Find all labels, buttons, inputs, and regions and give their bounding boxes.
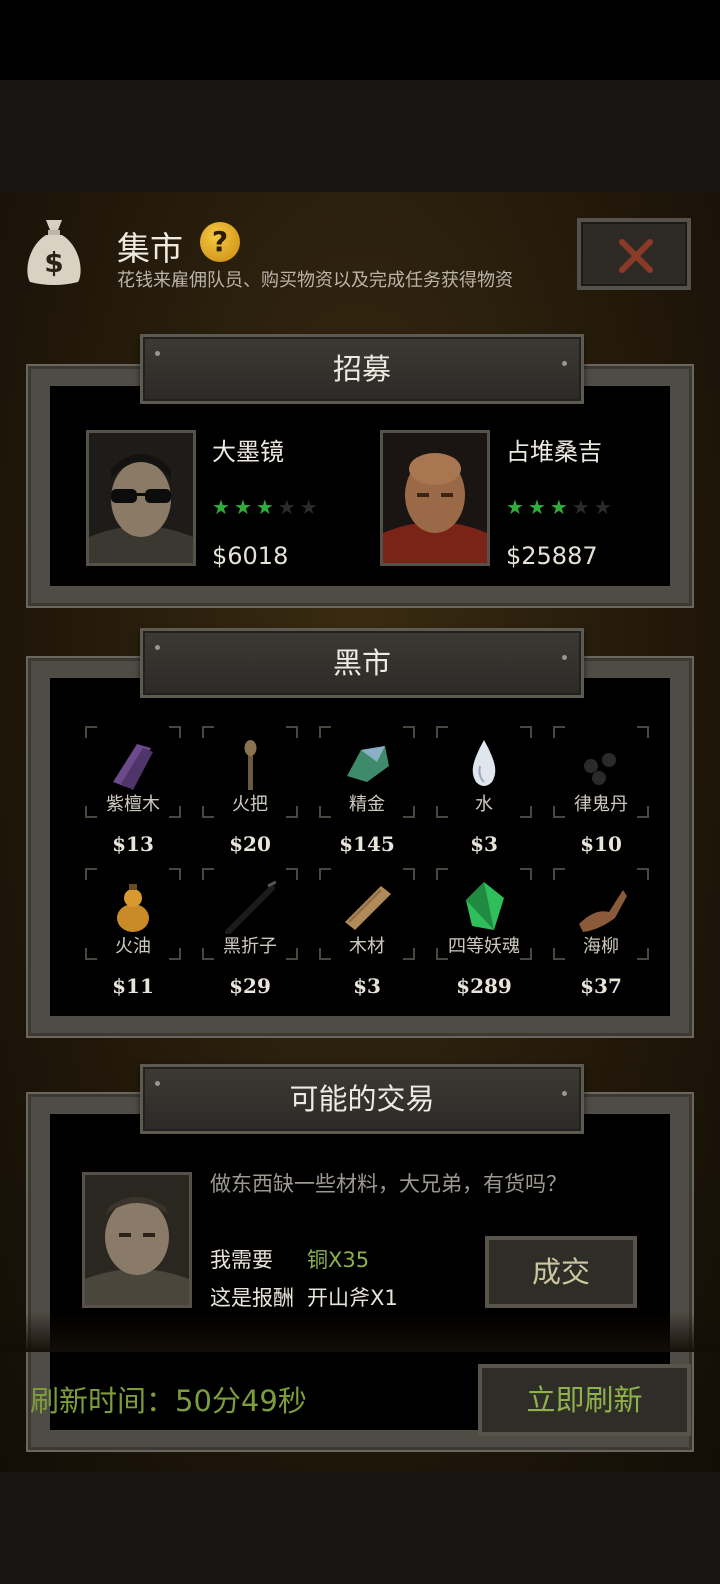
trader-message: 做东西缺一些材料，大兄弟，有货吗？ — [210, 1172, 567, 1196]
bottom-fade — [0, 1312, 720, 1352]
refresh-time: 50分49秒 — [175, 1384, 307, 1418]
item-price: $11 — [112, 974, 154, 998]
market-item[interactable]: 精金 $145 — [319, 726, 415, 856]
black-market-banner: 黑市 — [140, 628, 584, 698]
candidate-portrait-2[interactable] — [380, 430, 490, 566]
item-price: $13 — [112, 832, 154, 856]
candidate-stars-2: ★ ★ ★ ★ ★ — [506, 497, 612, 517]
item-price: $29 — [229, 974, 271, 998]
candidate-portrait-1[interactable] — [86, 430, 196, 566]
top-backdrop — [0, 80, 720, 192]
item-name: 木材 — [349, 936, 385, 957]
deal-button-label: 成交 — [531, 1255, 590, 1289]
candidate-name-1: 大墨镜 — [212, 438, 284, 466]
torch-icon — [244, 740, 257, 790]
item-price: $289 — [456, 974, 512, 998]
market-item[interactable]: 海柳 $37 — [553, 868, 649, 998]
need-value: 铜X35 — [307, 1248, 370, 1272]
item-price: $3 — [353, 974, 381, 998]
refresh-label: 刷新时间： — [30, 1384, 176, 1418]
svg-text:$: $ — [44, 246, 63, 279]
item-price: $37 — [580, 974, 622, 998]
candidate-price-1: $6018 — [212, 542, 289, 570]
star-empty-icon: ★ — [299, 495, 318, 519]
star-filled-icon: ★ — [506, 495, 524, 519]
market-item[interactable]: 四等妖魂 $289 — [436, 868, 532, 998]
close-icon — [619, 239, 653, 273]
market-item[interactable]: 黑折子 $29 — [202, 868, 298, 998]
item-name: 火把 — [232, 794, 268, 815]
star-empty-icon: ★ — [593, 495, 612, 519]
star-filled-icon: ★ — [212, 495, 230, 519]
ore-icon — [347, 746, 389, 782]
star-filled-icon: ★ — [255, 495, 274, 519]
trade-banner: 可能的交易 — [140, 1064, 584, 1134]
refresh-now-button[interactable]: 立即刷新 — [478, 1364, 691, 1436]
green-gem-icon — [466, 882, 504, 930]
item-name: 精金 — [349, 794, 385, 815]
trader-portrait — [82, 1172, 192, 1308]
recruit-banner: 招募 — [140, 334, 584, 404]
black-stick-icon — [225, 880, 276, 934]
item-name: 火油 — [115, 936, 151, 957]
star-filled-icon: ★ — [233, 495, 252, 519]
need-label: 我需要 — [210, 1248, 273, 1272]
market-item[interactable]: 木材 $3 — [319, 868, 415, 998]
market-item[interactable]: 火把 $20 — [202, 726, 298, 856]
page-subtitle: 花钱来雇佣队员、购买物资以及完成任务获得物资 — [117, 270, 513, 291]
black-market-title: 黑市 — [332, 646, 391, 680]
wood-plank-icon — [345, 886, 391, 930]
candidate-name-2: 占堆桑吉 — [506, 438, 602, 466]
market-item[interactable]: 紫檀木 $13 — [85, 726, 181, 856]
close-button[interactable] — [577, 218, 691, 290]
item-name: 律鬼丹 — [574, 794, 628, 815]
candidate-stars-1: ★ ★ ★ ★ ★ — [212, 497, 318, 517]
recruit-title: 招募 — [332, 352, 391, 386]
refresh-now-label: 立即刷新 — [526, 1383, 643, 1417]
star-empty-icon: ★ — [277, 495, 296, 519]
water-drop-icon — [472, 740, 496, 786]
star-empty-icon: ★ — [571, 495, 590, 519]
item-name: 海柳 — [583, 936, 619, 957]
item-name: 水 — [475, 794, 493, 815]
reward-label: 这是报酬 — [210, 1286, 294, 1310]
oil-gourd-icon — [117, 884, 149, 932]
item-name: 黑折子 — [223, 936, 277, 957]
item-price: $145 — [339, 832, 395, 856]
market-panel: $ 集市 ? 花钱来雇佣队员、购买物资以及完成任务获得物资 招募 大墨镜 ★ ★ ★… — [0, 192, 720, 1472]
purple-wood-icon — [113, 744, 153, 790]
driftwood-icon — [579, 890, 627, 932]
refresh-timer: 刷新时间：50分49秒 — [30, 1378, 307, 1420]
help-icon[interactable]: ? — [200, 222, 240, 262]
market-item[interactable]: 水 $3 — [436, 726, 532, 856]
star-filled-icon: ★ — [527, 495, 546, 519]
star-filled-icon: ★ — [549, 495, 568, 519]
bottom-backdrop — [0, 1472, 720, 1584]
pills-icon — [584, 753, 616, 785]
item-price: $10 — [580, 832, 622, 856]
item-price: $3 — [470, 832, 498, 856]
item-price: $20 — [229, 832, 271, 856]
item-name: 紫檀木 — [106, 794, 160, 815]
item-name: 四等妖魂 — [448, 936, 520, 957]
reward-value: 开山斧X1 — [307, 1286, 398, 1310]
market-item[interactable]: 火油 $11 — [85, 868, 181, 998]
money-bag-icon: $ — [27, 220, 81, 285]
deal-button[interactable]: 成交 — [485, 1236, 637, 1308]
status-bar — [0, 0, 720, 80]
page-title: 集市 — [117, 229, 183, 268]
market-item[interactable]: 律鬼丹 $10 — [553, 726, 649, 856]
candidate-price-2: $25887 — [506, 542, 598, 570]
trade-title: 可能的交易 — [289, 1082, 435, 1116]
